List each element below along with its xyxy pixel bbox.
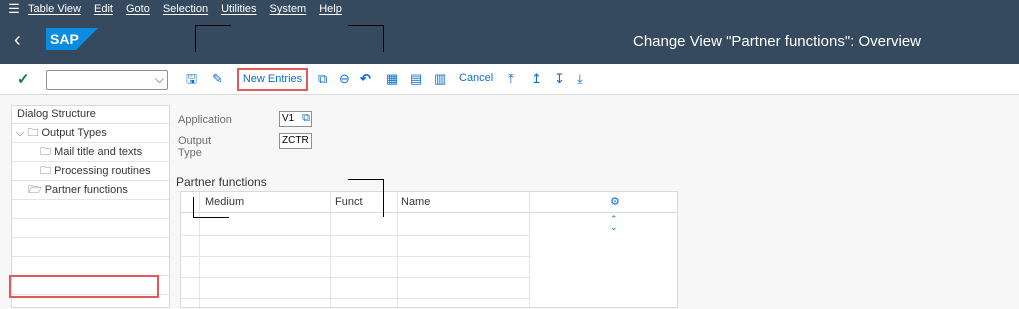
tree-item-label: Output Types — [41, 127, 107, 139]
select-all-icon[interactable]: ▦ — [386, 71, 398, 87]
annotation-line — [383, 25, 384, 52]
page-title: Change View "Partner functions": Overvie… — [632, 33, 921, 50]
application-field[interactable]: V1 ⧉ — [279, 111, 312, 127]
menu-utilities[interactable]: Utilities — [221, 3, 256, 15]
tree-item-processing-routines[interactable]: 🗀 Processing routines — [12, 162, 169, 181]
column-header-name[interactable]: Name — [401, 196, 430, 208]
back-icon[interactable]: ‹ — [14, 30, 21, 50]
cancel-button[interactable]: Cancel — [459, 70, 493, 86]
folder-icon: 🗀 — [40, 165, 51, 177]
title-bar: ‹ SAP Change View "Partner functions": O… — [0, 18, 1019, 64]
new-entries-button[interactable]: New Entries — [237, 68, 308, 91]
column-divider — [397, 192, 398, 309]
partner-functions-table: Medium Funct Name ⚙ ⌃ ⌄ — [180, 191, 678, 309]
menu-goto[interactable]: Goto — [126, 3, 150, 15]
select-block-icon[interactable]: ▤ — [410, 71, 422, 87]
menu-bar: ☰ Table View Edit Goto Selection Utiliti… — [0, 0, 1019, 18]
tree-item-label: Mail title and texts — [54, 146, 143, 158]
menu-system[interactable]: System — [270, 3, 307, 15]
menu-table-view[interactable]: Table View — [28, 3, 81, 15]
toolbar: ✓ ⌵ 🖫 ✎ New Entries ⧉ ⊖ ↶ ▦ ▤ ▥ Cancel ⤒… — [0, 64, 1019, 95]
delete-icon[interactable]: ⊖ — [339, 71, 350, 87]
tree-empty-row — [12, 200, 169, 219]
next-page-icon[interactable]: ↧ — [554, 71, 565, 87]
scroll-up-down-icon[interactable]: ⌃ ⌄ — [610, 215, 618, 232]
output-type-field: ZCTR — [279, 133, 312, 149]
sap-logo-text: SAP — [50, 31, 79, 47]
menu-help[interactable]: Help — [319, 3, 342, 15]
menu-hamburger-icon[interactable]: ☰ — [0, 0, 28, 18]
last-page-icon[interactable]: ⤓ — [577, 71, 583, 87]
row-divider — [181, 298, 529, 299]
row-divider — [181, 277, 529, 278]
copy-as-icon[interactable]: ⧉ — [318, 71, 327, 87]
tree-item-output-types[interactable]: ⌵ 🗀 Output Types — [12, 124, 169, 143]
value-help-icon[interactable]: ⧉ — [302, 111, 310, 125]
menu-selection[interactable]: Selection — [163, 3, 208, 15]
application-value: V1 — [282, 113, 295, 124]
save-icon[interactable]: 🖫 — [186, 71, 197, 87]
expand-chevron-icon[interactable]: ⌵ — [16, 127, 24, 139]
annotation-line — [383, 179, 384, 217]
application-label: Application — [178, 114, 232, 126]
table-header: Medium Funct Name ⚙ — [181, 192, 677, 213]
selection-highlight — [9, 275, 159, 298]
undo-icon[interactable]: ↶ — [360, 71, 371, 87]
enter-check-icon[interactable]: ✓ — [17, 70, 30, 88]
content-area: Dialog Structure ⌵ 🗀 Output Types 🗀 Mail… — [0, 96, 1019, 309]
annotation-line — [195, 25, 231, 26]
annotation-line — [193, 217, 229, 218]
output-type-value: ZCTR — [282, 135, 309, 146]
annotation-line — [348, 25, 384, 26]
annotation-line — [193, 197, 194, 218]
deselect-all-icon[interactable]: ▥ — [434, 71, 446, 87]
section-title: Partner functions — [176, 175, 267, 189]
column-divider — [330, 192, 331, 309]
folder-icon: 🗀 — [27, 127, 39, 139]
folder-icon: 🗀 — [40, 146, 51, 158]
dialog-structure-header: Dialog Structure — [12, 106, 169, 124]
annotation-line — [348, 179, 384, 180]
sap-logo: SAP — [46, 28, 98, 50]
output-type-label: Output Type — [178, 135, 212, 159]
tree-item-partner-functions[interactable]: 🗁 Partner functions — [12, 181, 169, 200]
annotation-line — [195, 25, 196, 52]
open-folder-icon: 🗁 — [28, 184, 42, 196]
table-settings-icon[interactable]: ⚙ — [610, 195, 620, 208]
tree-empty-row — [12, 257, 169, 276]
tree-item-mail-title[interactable]: 🗀 Mail title and texts — [12, 143, 169, 162]
column-divider — [199, 192, 200, 309]
row-divider — [181, 256, 529, 257]
column-divider — [529, 192, 530, 309]
first-page-icon[interactable]: ⤒ — [508, 71, 514, 87]
row-divider — [181, 235, 529, 236]
display-change-icon[interactable]: ✎ — [212, 71, 223, 87]
command-field[interactable]: ⌵ — [46, 70, 168, 90]
tree-item-label: Processing routines — [54, 165, 151, 177]
tree-empty-row — [12, 238, 169, 257]
column-header-funct[interactable]: Funct — [335, 196, 363, 208]
chevron-down-icon[interactable]: ⌵ — [155, 72, 164, 87]
menu-edit[interactable]: Edit — [94, 3, 113, 15]
tree-item-label: Partner functions — [44, 184, 128, 196]
previous-page-icon[interactable]: ↥ — [531, 71, 542, 87]
column-header-medium[interactable]: Medium — [205, 196, 244, 208]
tree-empty-row — [12, 219, 169, 238]
